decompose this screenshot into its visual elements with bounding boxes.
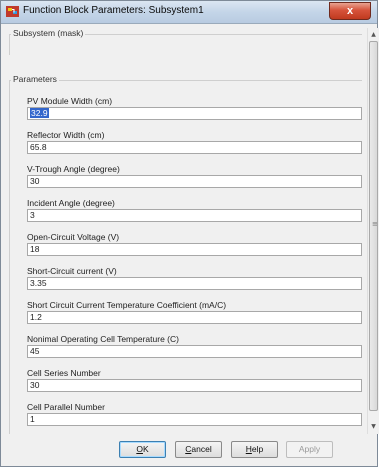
param-input[interactable]: 1.2 bbox=[27, 311, 362, 324]
arrow-up-icon[interactable]: ▲ bbox=[369, 30, 378, 40]
dialog-content: Subsystem (mask) Parameters PV Module Wi… bbox=[7, 28, 364, 434]
mask-section-legend: Subsystem (mask) bbox=[11, 28, 86, 38]
param-input[interactable]: 30 bbox=[27, 379, 362, 392]
param-label: Incident Angle (degree) bbox=[27, 198, 115, 208]
button-bar: OK Cancel Help Apply bbox=[1, 438, 379, 464]
parameters-section-legend: Parameters bbox=[11, 74, 59, 84]
param-label: Nonimal Operating Cell Temperature (C) bbox=[27, 334, 179, 344]
vertical-scrollbar[interactable]: ▲ ≡ ▼ bbox=[367, 28, 379, 434]
param-label: Short-Circuit current (V) bbox=[27, 266, 117, 276]
param-input[interactable]: 3 bbox=[27, 209, 362, 222]
param-label: V-Trough Angle (degree) bbox=[27, 164, 120, 174]
grip-icon: ≡ bbox=[372, 220, 378, 228]
apply-button[interactable]: Apply bbox=[286, 441, 333, 458]
dialog-window: Function Block Parameters: Subsystem1 x … bbox=[0, 0, 379, 467]
param-label: Short Circuit Current Temperature Coeffi… bbox=[27, 300, 227, 310]
param-input[interactable]: 45 bbox=[27, 345, 362, 358]
param-input[interactable]: 32.9 bbox=[27, 107, 362, 120]
param-input[interactable]: 18 bbox=[27, 243, 362, 256]
param-input[interactable]: 65.8 bbox=[27, 141, 362, 154]
simulink-app-icon bbox=[6, 6, 19, 17]
param-label: PV Module Width (cm) bbox=[27, 96, 113, 106]
ok-button[interactable]: OK bbox=[119, 441, 166, 458]
param-label: Cell Parallel Number bbox=[27, 402, 105, 412]
param-input[interactable]: 30 bbox=[27, 175, 362, 188]
param-input-selected-text: 32.9 bbox=[30, 108, 49, 118]
close-button[interactable]: x bbox=[329, 2, 371, 20]
title-bar[interactable]: Function Block Parameters: Subsystem1 x bbox=[1, 1, 377, 24]
param-label: Cell Series Number bbox=[27, 368, 101, 378]
scrollbar-thumb[interactable]: ≡ bbox=[369, 41, 378, 411]
cancel-button[interactable]: Cancel bbox=[175, 441, 222, 458]
param-input[interactable]: 1 bbox=[27, 413, 362, 426]
param-label: Open-Circuit Voltage (V) bbox=[27, 232, 120, 242]
window-title: Function Block Parameters: Subsystem1 bbox=[23, 5, 204, 16]
param-input[interactable]: 3.35 bbox=[27, 277, 362, 290]
arrow-down-icon[interactable]: ▼ bbox=[369, 422, 378, 432]
help-button[interactable]: Help bbox=[231, 441, 278, 458]
param-label: Reflector Width (cm) bbox=[27, 130, 105, 140]
